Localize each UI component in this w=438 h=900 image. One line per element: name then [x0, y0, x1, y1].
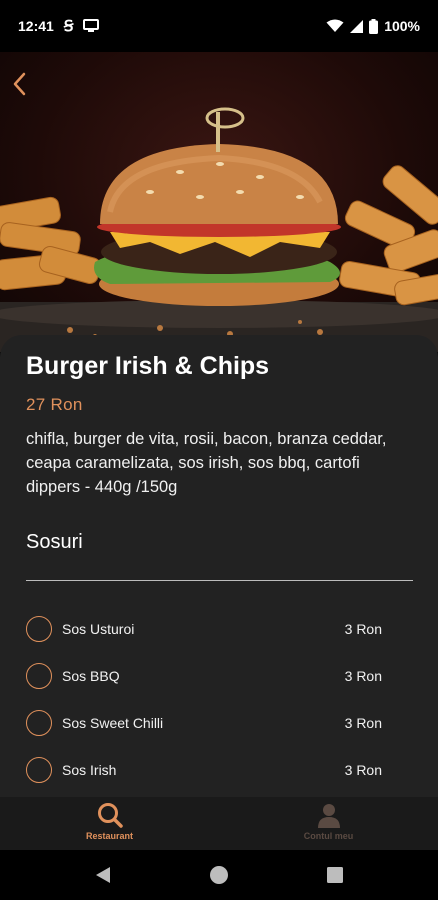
sauce-price: 3 Ron: [344, 761, 382, 778]
search-icon: [97, 803, 123, 828]
circle-home-icon: [210, 866, 228, 884]
sauce-name: Sos Usturoi: [62, 620, 135, 637]
sauce-name: Sos BBQ: [62, 667, 120, 684]
radio-button[interactable]: [26, 662, 52, 689]
chevron-left-icon: [13, 72, 26, 96]
status-right: 100%: [326, 18, 420, 34]
sauce-option[interactable]: Sos Irish 3 Ron: [26, 746, 382, 793]
radio-button[interactable]: [26, 709, 52, 736]
triangle-back-icon: [96, 867, 110, 883]
system-home-button[interactable]: [207, 863, 231, 887]
radio-button[interactable]: [26, 615, 52, 642]
system-back-button[interactable]: [91, 863, 115, 887]
sauces-section-title: Sosuri: [26, 531, 83, 553]
product-price: 27 Ron: [26, 395, 83, 414]
screen-cast-icon: [83, 19, 100, 32]
status-time: 12:41: [18, 18, 54, 34]
square-recents-icon: [327, 867, 343, 883]
system-recents-button[interactable]: [323, 863, 347, 887]
battery-percent: 100%: [384, 18, 420, 34]
wifi-icon: [326, 19, 344, 32]
sauce-price: 3 Ron: [344, 667, 382, 684]
nav-label-restaurant: Restaurant: [85, 831, 133, 841]
sauce-option[interactable]: Sos Usturoi 3 Ron: [26, 605, 382, 652]
product-description: chifla, burger de vita, rosii, bacon, br…: [26, 430, 387, 496]
product-card: Burger Irish & Chips 27 Ron chifla, burg…: [0, 335, 438, 797]
radio-button[interactable]: [26, 756, 52, 783]
s-app-icon: Ꞩ: [63, 18, 74, 35]
sauce-price: 3 Ron: [344, 714, 382, 731]
nav-item-account[interactable]: Contul meu: [219, 797, 438, 850]
sauce-name: Sos Sweet Chilli: [62, 714, 164, 731]
status-bar: 12:41 Ꞩ 100%: [0, 0, 438, 52]
back-button[interactable]: [6, 66, 32, 102]
product-image: [0, 52, 438, 352]
sauce-price: 3 Ron: [344, 620, 382, 637]
battery-icon: [369, 18, 379, 34]
bottom-nav: Restaurant Contul meu: [0, 797, 438, 850]
sauce-list: Sos Usturoi 3 Ron Sos BBQ 3 Ron Sos Swee…: [26, 605, 382, 793]
sauce-option[interactable]: Sos BBQ 3 Ron: [26, 652, 382, 699]
nav-label-account: Contul meu: [303, 831, 354, 841]
sauce-name: Sos Irish: [62, 761, 117, 778]
divider: [26, 580, 413, 581]
burger-illustration: [0, 107, 438, 352]
system-nav-bar: [0, 850, 438, 900]
nav-item-restaurant[interactable]: Restaurant: [0, 797, 219, 850]
sauce-option[interactable]: Sos Sweet Chilli 3 Ron: [26, 699, 382, 746]
user-icon: [317, 804, 340, 828]
cell-signal-icon: [350, 19, 364, 33]
product-title: Burger Irish & Chips: [26, 352, 270, 380]
status-left: 12:41 Ꞩ: [18, 17, 100, 35]
